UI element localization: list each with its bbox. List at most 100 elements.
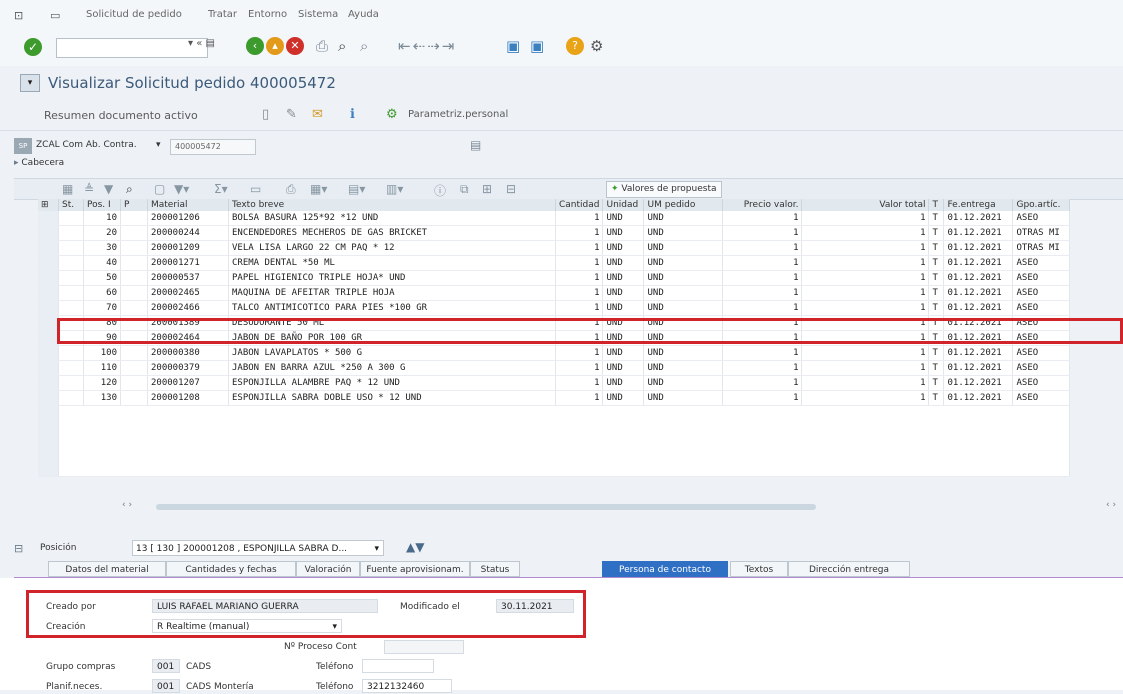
price-cell[interactable]: 1 xyxy=(722,345,803,361)
row-selector[interactable] xyxy=(38,255,59,271)
status-cell[interactable] xyxy=(58,300,84,316)
column-header[interactable]: T xyxy=(928,199,945,211)
unit-cell[interactable]: UND xyxy=(602,240,645,256)
help-doc-icon[interactable]: ℹ xyxy=(350,107,355,122)
order-unit-cell[interactable]: UND xyxy=(643,240,724,256)
table-row[interactable]: 70 200002466 TALCO ANTIMICOTICO PARA PIES … xyxy=(38,300,1071,316)
horizontal-scrollbar[interactable]: ‹ › ‹ › xyxy=(38,500,1123,514)
info-icon[interactable]: ⓘ xyxy=(434,182,446,199)
order-unit-cell[interactable]: UND xyxy=(643,300,724,316)
process-field[interactable] xyxy=(384,640,464,654)
scrollbar-track[interactable] xyxy=(156,504,816,510)
delivery-date-cell[interactable]: 01.12.2021 xyxy=(943,375,1014,391)
column-header[interactable]: Pos. I xyxy=(83,199,121,211)
document-icon[interactable]: ▯ xyxy=(262,107,269,122)
total-value-cell[interactable]: 1 xyxy=(801,360,930,376)
delivery-date-cell[interactable]: 01.12.2021 xyxy=(943,300,1014,316)
status-cell[interactable] xyxy=(58,240,84,256)
position-cell[interactable]: 110 xyxy=(83,360,121,376)
unit-cell[interactable]: UND xyxy=(602,225,645,241)
copy-icon[interactable]: ⧉ xyxy=(460,182,469,197)
delivery-date-cell[interactable]: 01.12.2021 xyxy=(943,270,1014,286)
table-row[interactable]: 40 200001271 CREMA DENTAL *50 ML 1 UND UND 1 1 T… xyxy=(38,255,1071,271)
help-icon[interactable]: ? xyxy=(566,37,584,55)
status-cell[interactable] xyxy=(58,375,84,391)
position-cell[interactable]: 60 xyxy=(83,285,121,301)
material-cell[interactable]: 200002465 xyxy=(147,285,229,301)
tab-valuation[interactable]: Valoración xyxy=(296,561,360,577)
order-unit-cell[interactable]: UND xyxy=(643,225,724,241)
quantity-cell[interactable]: 1 xyxy=(555,375,604,391)
row-selector[interactable] xyxy=(38,330,59,346)
menu-tratar[interactable]: Tratar xyxy=(208,9,237,20)
material-group-cell[interactable]: OTRAS MI xyxy=(1012,225,1071,241)
proposal-values-button[interactable]: ✦ Valores de propuesta xyxy=(606,181,722,198)
row-selector[interactable] xyxy=(38,390,59,406)
short-text-cell[interactable]: MAQUINA DE AFEITAR TRIPLE HOJA xyxy=(228,285,556,301)
material-cell[interactable]: 200001206 xyxy=(147,211,229,226)
unit-cell[interactable]: UND xyxy=(602,300,645,316)
table-row[interactable]: 10 200001206 BOLSA BASURA 125*92 *12 UND 1 U… xyxy=(38,211,1071,226)
quantity-cell[interactable]: 1 xyxy=(555,225,604,241)
shortcut-icon[interactable]: ▣ xyxy=(530,37,546,55)
row-selector[interactable] xyxy=(38,360,59,376)
hold-icon[interactable]: ✎ xyxy=(286,107,297,122)
item-category-cell[interactable] xyxy=(120,255,148,271)
status-cell[interactable] xyxy=(58,270,84,286)
order-unit-cell[interactable]: UND xyxy=(643,270,724,286)
subtotal-icon[interactable]: ▭ xyxy=(250,182,261,196)
date-type-cell[interactable]: T xyxy=(928,240,945,256)
total-value-cell[interactable]: 1 xyxy=(801,270,930,286)
material-group-cell[interactable]: ASEO xyxy=(1012,345,1071,361)
column-header[interactable]: Valor total xyxy=(801,199,930,211)
order-unit-cell[interactable]: UND xyxy=(643,345,724,361)
position-cell[interactable]: 70 xyxy=(83,300,121,316)
cancel-icon[interactable]: ✕ xyxy=(286,37,304,55)
delivery-date-cell[interactable]: 01.12.2021 xyxy=(943,360,1014,376)
transaction-icon[interactable]: ▾ xyxy=(20,74,40,92)
table-row[interactable]: 110 200000379 JABON EN BARRA AZUL *250 A 3… xyxy=(38,360,1071,376)
item-category-cell[interactable] xyxy=(120,360,148,376)
table-row[interactable]: 60 200002465 MAQUINA DE AFEITAR TRIPLE HOJ… xyxy=(38,285,1071,301)
delivery-date-cell[interactable]: 01.12.2021 xyxy=(943,211,1014,226)
position-cell[interactable]: 50 xyxy=(83,270,121,286)
item-category-cell[interactable] xyxy=(120,211,148,226)
short-text-cell[interactable]: JABON LAVAPLATOS * 500 G xyxy=(228,345,556,361)
personal-settings-button[interactable]: Parametriz.personal xyxy=(408,109,508,120)
row-selector[interactable] xyxy=(38,285,59,301)
price-cell[interactable]: 1 xyxy=(722,390,803,406)
tab-quantities[interactable]: Cantidades y fechas xyxy=(166,561,296,577)
material-cell[interactable]: 200000537 xyxy=(147,270,229,286)
quantity-cell[interactable]: 1 xyxy=(555,300,604,316)
delivery-date-cell[interactable]: 01.12.2021 xyxy=(943,240,1014,256)
item-category-cell[interactable] xyxy=(120,300,148,316)
material-group-cell[interactable]: ASEO xyxy=(1012,360,1071,376)
exit-icon[interactable]: ▴ xyxy=(266,37,284,55)
short-text-cell[interactable]: ESPONJILLA SABRA DOBLE USO * 12 UND xyxy=(228,390,556,406)
order-unit-cell[interactable]: UND xyxy=(643,390,724,406)
short-text-cell[interactable]: CREMA DENTAL *50 ML xyxy=(228,255,556,271)
row-selector[interactable] xyxy=(38,405,59,477)
delete-row-icon[interactable]: ⊟ xyxy=(506,182,516,196)
position-cell[interactable]: 10 xyxy=(83,211,121,226)
position-nav-icons[interactable]: ▲▼ xyxy=(406,540,424,554)
short-text-cell[interactable]: BOLSA BASURA 125*92 *12 UND xyxy=(228,211,556,226)
price-cell[interactable]: 1 xyxy=(722,255,803,271)
column-header[interactable]: Fe.entrega xyxy=(943,199,1014,211)
material-group-cell[interactable]: ASEO xyxy=(1012,211,1071,226)
position-dropdown[interactable]: 13 [ 130 ] 200001208 , ESPONJILLA SABRA … xyxy=(132,540,384,556)
position-cell[interactable]: 30 xyxy=(83,240,121,256)
quantity-cell[interactable]: 1 xyxy=(555,240,604,256)
price-cell[interactable]: 1 xyxy=(722,360,803,376)
enter-button[interactable]: ✓ xyxy=(24,38,42,56)
unit-cell[interactable]: UND xyxy=(602,375,645,391)
material-group-cell[interactable]: ASEO xyxy=(1012,255,1071,271)
chevron-down-icon[interactable]: ▾ xyxy=(156,140,161,150)
sort-asc-icon[interactable]: ≜ xyxy=(84,182,94,196)
menu-exit-icon[interactable]: ⊡ xyxy=(14,9,30,22)
phone2-field[interactable]: 3212132460 xyxy=(362,679,452,693)
table-row[interactable]: 120 200001207 ESPONJILLA ALAMBRE PAQ * 12 … xyxy=(38,375,1071,391)
price-cell[interactable]: 1 xyxy=(722,211,803,226)
other-document-icon[interactable]: ▤ xyxy=(470,138,481,152)
row-selector[interactable] xyxy=(38,225,59,241)
